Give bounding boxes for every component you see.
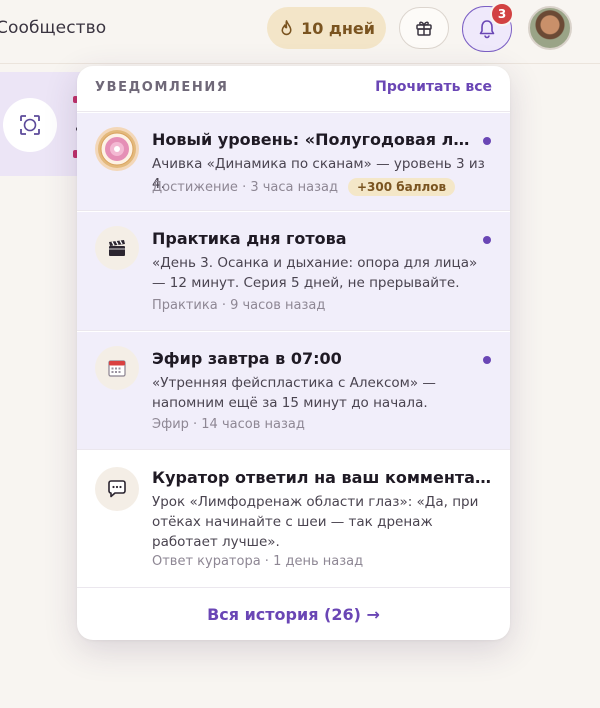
unread-dot xyxy=(483,356,491,364)
chat-bubble-icon xyxy=(95,467,139,511)
notification-body: «День 3. Осанка и дыхание: опора для лиц… xyxy=(152,255,478,291)
notification-body: «Утренняя фейспластика с Алексом» — напо… xyxy=(152,375,436,411)
calendar-icon xyxy=(95,346,139,390)
achievement-medal-icon xyxy=(95,127,139,171)
notification-title: Куратор ответил на ваш комментарий xyxy=(152,468,494,487)
notification-item[interactable]: Практика дня готова «День 3. Осанка и ды… xyxy=(77,212,510,331)
notification-item[interactable]: Эфир завтра в 07:00 «Утренняя фейспласти… xyxy=(77,332,510,450)
streak-pill[interactable]: 10 дней xyxy=(267,7,386,49)
notification-title: Эфир завтра в 07:00 xyxy=(152,349,342,368)
notification-meta: Ответ куратора · 1 день назад xyxy=(152,554,363,569)
notifications-dropdown: УВЕДОМЛЕНИЯ Прочитать все Новый уровень:… xyxy=(77,66,510,640)
gift-icon xyxy=(416,21,432,36)
dropdown-header: УВЕДОМЛЕНИЯ Прочитать все xyxy=(77,66,510,112)
mark-all-read-button[interactable]: Прочитать все xyxy=(375,79,492,95)
unread-dot xyxy=(483,236,491,244)
history-link[interactable]: Вся история (26) → xyxy=(77,588,510,640)
notification-item[interactable]: Куратор ответил на ваш комментарий Урок … xyxy=(77,451,510,588)
top-bar: Сообщество 10 дней 3 xyxy=(0,0,600,64)
notification-meta: Достижение · 3 часа назад +300 баллов xyxy=(152,178,456,196)
notification-meta-text: Эфир · 14 часов назад xyxy=(152,417,305,432)
flame-icon xyxy=(281,19,292,35)
notification-meta-text: Достижение · 3 часа назад xyxy=(152,179,338,195)
notification-meta: Эфир · 14 часов назад xyxy=(152,417,305,432)
gift-button[interactable] xyxy=(399,7,449,49)
dropdown-title: УВЕДОМЛЕНИЯ xyxy=(95,80,229,95)
notification-meta-text: Ответ куратора · 1 день назад xyxy=(152,554,364,569)
notification-item[interactable]: Новый уровень: «Полугодовая линия» Ачивк… xyxy=(77,113,510,211)
points-badge: +300 баллов xyxy=(347,178,456,196)
avatar[interactable] xyxy=(528,6,572,50)
face-scan-icon xyxy=(3,98,57,152)
streak-label: 10 дней xyxy=(301,18,375,38)
notification-title: Новый уровень: «Полугодовая линия» xyxy=(152,130,474,149)
notification-meta-text: Практика · 9 часов назад xyxy=(152,298,326,313)
notification-body: Урок «Лимфодренаж области глаз»: «Да, пр… xyxy=(152,494,479,550)
unread-dot xyxy=(483,137,491,145)
clapperboard-icon xyxy=(95,226,139,270)
notification-meta: Практика · 9 часов назад xyxy=(152,298,325,313)
notifications-count-badge: 3 xyxy=(490,2,514,26)
nav-link-community[interactable]: Сообщество xyxy=(0,18,106,38)
notification-title: Практика дня готова xyxy=(152,229,347,248)
